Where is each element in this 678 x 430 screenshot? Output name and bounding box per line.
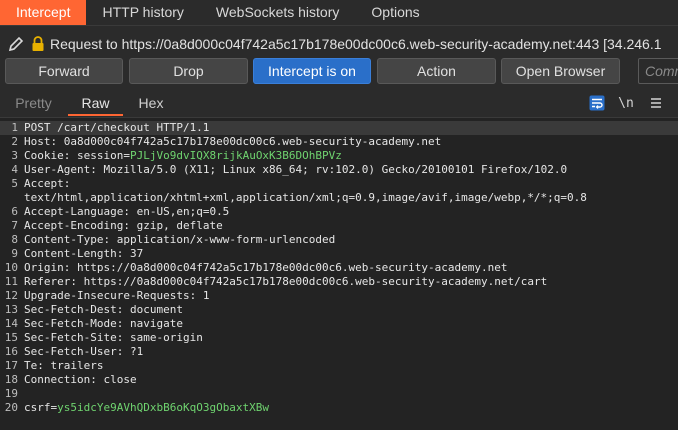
lock-icon: [30, 34, 46, 54]
code-line: 10 Origin: https://0a8d000c04f742a5c17b17…: [4, 261, 508, 274]
code-line: 14 Sec-Fetch-Mode: navigate: [4, 317, 183, 330]
code-line: 9 Content-Length: 37: [11, 247, 144, 260]
code-line: 20 csrf=ys5idcYe9AVhQDxbB6oKqO3gObaxtXBw: [4, 401, 270, 414]
tab-pretty[interactable]: Pretty: [6, 92, 61, 114]
code-line: 18 Connection: close: [4, 373, 137, 386]
code-line: 12 Upgrade-Insecure-Requests: 1: [4, 289, 210, 302]
code-line: 8 Content-Type: application/x-www-form-ur…: [11, 233, 336, 246]
request-editor[interactable]: 1 POST /cart/checkout HTTP/1.1 2 Host: 0a8…: [0, 117, 678, 430]
code-line: 3 Cookie: session=PJLjVo9dvIQX8rijkAuOxK3…: [11, 149, 342, 162]
code-line: 2 Host: 0a8d000c04f742a5c17b178e00dc00c6.…: [11, 135, 442, 148]
code-line: 16 Sec-Fetch-User: ?1: [4, 345, 144, 358]
code-line: 15 Sec-Fetch-Site: same-origin: [4, 331, 203, 344]
code-line: 13 Sec-Fetch-Dest: document: [4, 303, 183, 316]
code-line: 17 Te: trailers: [4, 359, 104, 372]
tab-options[interactable]: Options: [355, 0, 435, 25]
drop-button[interactable]: Drop: [129, 58, 248, 84]
active-tab-underline: [68, 114, 123, 116]
code-line: text/html,application/xhtml+xml,applicat…: [24, 191, 587, 204]
word-wrap-icon[interactable]: [588, 94, 606, 112]
tab-raw[interactable]: Raw: [68, 92, 123, 114]
tab-hex[interactable]: Hex: [126, 92, 176, 114]
intercept-toggle-button[interactable]: Intercept is on: [253, 58, 371, 84]
code-line: 7 Accept-Encoding: gzip, deflate: [11, 219, 223, 232]
comment-input[interactable]: Comm: [638, 58, 678, 84]
tab-intercept[interactable]: Intercept: [0, 0, 87, 25]
code-line: 11 Referer: https://0a8d000c04f742a5c17b1…: [4, 275, 548, 288]
code-line: 5 Accept:: [11, 177, 71, 190]
intercept-toolbar: Forward Drop Intercept is on Action Open…: [0, 58, 678, 84]
pencil-icon[interactable]: [6, 34, 26, 54]
open-browser-button[interactable]: Open Browser: [501, 58, 620, 84]
menu-icon[interactable]: [647, 94, 665, 112]
newline-toggle-icon[interactable]: \n: [617, 94, 635, 112]
request-target-text: Request to https://0a8d000c04f742a5c17b1…: [50, 36, 662, 52]
code-line: 4 User-Agent: Mozilla/5.0 (X11; Linux x86…: [11, 163, 568, 176]
action-button[interactable]: Action: [377, 58, 496, 84]
tab-websockets-history[interactable]: WebSockets history: [200, 0, 355, 25]
forward-button[interactable]: Forward: [5, 58, 123, 84]
request-target-bar: Request to https://0a8d000c04f742a5c17b1…: [0, 31, 678, 57]
editor-view-tabs: Pretty Raw Hex \n: [0, 92, 678, 116]
code-line: 19: [4, 387, 18, 400]
tab-divider: [0, 25, 678, 26]
top-tab-bar: Intercept HTTP history WebSockets histor…: [0, 0, 678, 25]
code-line: 6 Accept-Language: en-US,en;q=0.5: [11, 205, 230, 218]
code-line: 1 POST /cart/checkout HTTP/1.1: [0, 121, 678, 135]
tab-http-history[interactable]: HTTP history: [86, 0, 199, 25]
